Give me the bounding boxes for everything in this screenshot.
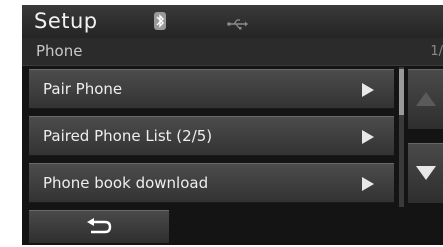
back-button[interactable] [29,210,169,243]
menu-item-label: Phone book download [43,174,209,192]
menu-item-paired-phone-list[interactable]: Paired Phone List (2/5) [29,116,394,156]
usb-icon [227,15,249,34]
menu-item-phone-book-download[interactable]: Phone book download [29,163,394,203]
scroll-down-button[interactable] [408,143,443,203]
page-title: Setup [34,9,98,33]
section-title: Phone [36,42,83,60]
title-bar: Setup [22,5,443,38]
menu-item-label: Paired Phone List (2/5) [43,127,213,145]
page-indicator: 1/ [430,44,443,59]
chevron-right-icon [362,130,374,144]
back-icon [87,218,112,234]
chevron-right-icon [362,83,374,97]
scrollbar-thumb[interactable] [399,69,404,115]
scroll-up-button[interactable] [408,69,443,129]
arrow-down-icon [416,166,436,180]
bluetooth-icon [154,12,166,30]
arrow-up-icon [416,92,436,106]
setup-screen: Setup Phone 1/ Pair Phone Paired Phone L… [22,5,443,245]
chevron-right-icon [362,177,374,191]
menu-item-label: Pair Phone [43,80,123,98]
section-header: Phone 1/ [22,38,443,66]
menu-item-pair-phone[interactable]: Pair Phone [29,69,394,109]
